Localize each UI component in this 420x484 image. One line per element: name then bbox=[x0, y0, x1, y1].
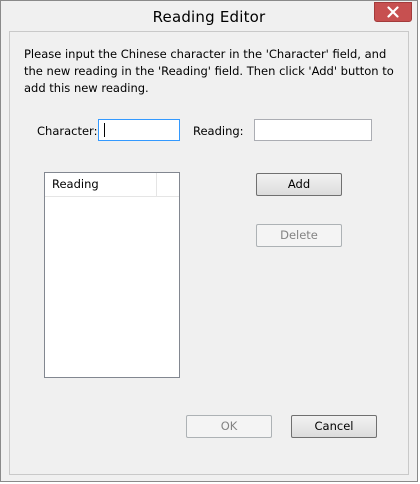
reading-input[interactable] bbox=[254, 119, 372, 141]
add-button[interactable]: Add bbox=[256, 173, 342, 196]
window-title: Reading Editor bbox=[152, 8, 266, 26]
instructions-text: Please input the Chinese character in th… bbox=[24, 47, 394, 95]
character-input[interactable] bbox=[98, 119, 180, 141]
column-header-reading[interactable]: Reading bbox=[45, 173, 157, 196]
dialog-client-area: Please input the Chinese character in th… bbox=[9, 31, 409, 475]
close-button[interactable] bbox=[374, 2, 412, 22]
reading-editor-window: Reading Editor Please input the Chinese … bbox=[0, 0, 418, 482]
list-header: Reading bbox=[45, 173, 179, 197]
delete-button[interactable]: Delete bbox=[256, 224, 342, 247]
cancel-button[interactable]: Cancel bbox=[291, 415, 377, 438]
title-bar[interactable]: Reading Editor bbox=[1, 1, 417, 31]
ok-button[interactable]: OK bbox=[186, 415, 272, 438]
column-header-filler bbox=[157, 173, 179, 196]
reading-list[interactable]: Reading bbox=[44, 172, 180, 378]
reading-label: Reading: bbox=[193, 124, 244, 138]
close-x-icon bbox=[387, 6, 399, 18]
text-caret bbox=[104, 123, 105, 137]
character-label: Character: bbox=[37, 124, 98, 138]
